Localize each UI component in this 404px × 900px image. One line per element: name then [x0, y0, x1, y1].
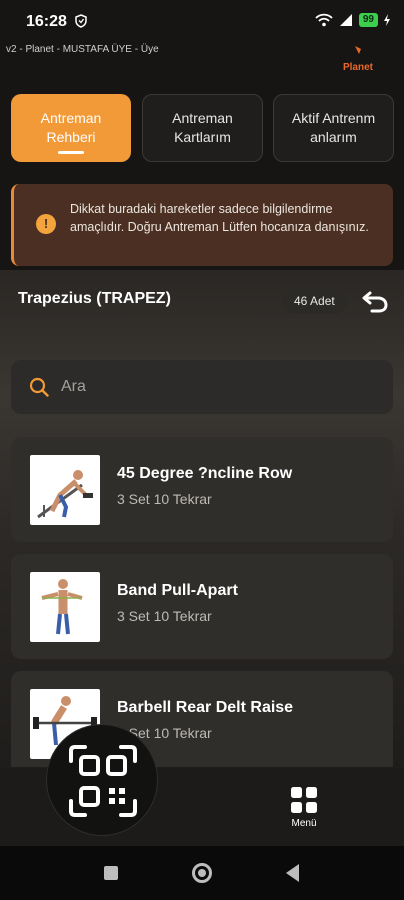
tab-label-line1: Aktif Antrenm — [291, 110, 376, 126]
signal-icon — [339, 14, 352, 26]
exercise-card[interactable]: 45 Degree ?ncline Row 3 Set 10 Tekrar — [11, 437, 393, 542]
muscle-group-title: Trapezius (TRAPEZ) — [18, 290, 171, 307]
exercise-name: Barbell Rear Delt Raise — [117, 699, 294, 716]
exercise-detail: 3 Set 10 Tekrar — [117, 608, 212, 624]
charging-icon — [384, 14, 390, 26]
back-button[interactable] — [286, 864, 299, 882]
home-button[interactable] — [192, 863, 212, 883]
tab-aktif-antrenmanlarim[interactable]: Aktif Antrenm anlarım — [273, 94, 394, 162]
exercise-name: 45 Degree ?ncline Row — [117, 465, 293, 482]
tab-antreman-rehberi[interactable]: Antreman Rehberi — [11, 94, 131, 162]
undo-icon[interactable] — [360, 288, 390, 314]
tab-label-line1: Antreman — [40, 110, 102, 126]
menu-label: Menü — [291, 818, 317, 829]
info-icon: ! — [36, 214, 56, 234]
active-tab-indicator — [58, 151, 84, 154]
exercise-count-badge: 46 Adet — [282, 288, 347, 314]
exercise-thumbnail — [30, 572, 100, 642]
tab-label-line2: Kartlarım — [174, 129, 231, 145]
search-bar[interactable] — [11, 360, 393, 414]
brand-logo: Planet — [336, 42, 380, 73]
brand-name: Planet — [342, 62, 373, 73]
exercise-detail: 3 Set 10 Tekrar — [117, 491, 212, 507]
battery-level: 99 — [358, 13, 378, 27]
qr-scan-button[interactable] — [46, 724, 158, 836]
tab-label-line1: Antreman — [172, 110, 233, 126]
planet-logo-icon — [355, 46, 361, 54]
grid-icon — [291, 787, 317, 813]
status-bar: 16:28 99 — [0, 0, 404, 40]
recent-apps-button[interactable] — [104, 866, 118, 880]
search-icon — [29, 377, 49, 397]
user-subtitle: v2 - Planet - MUSTAFA ÜYE - Üye — [6, 44, 159, 55]
exercise-list: 45 Degree ?ncline Row 3 Set 10 Tekrar Ba… — [11, 437, 393, 767]
tab-label-line2: anlarım — [310, 129, 357, 145]
notice-text: Dikkat buradaki hareketler sadece bilgil… — [70, 202, 369, 234]
wifi-icon — [315, 13, 333, 27]
exercise-illustration — [41, 579, 83, 635]
exercise-name: Band Pull-Apart — [117, 582, 238, 599]
info-notice: ! Dikkat buradaki hareketler sadece bilg… — [11, 184, 393, 266]
exercise-thumbnail — [30, 455, 100, 525]
tab-label-line2: Rehberi — [46, 129, 96, 145]
menu-button[interactable]: Menü — [278, 786, 330, 832]
vpn-icon — [75, 14, 87, 28]
exercise-card[interactable]: Band Pull-Apart 3 Set 10 Tekrar — [11, 554, 393, 659]
tab-antreman-kartlarim[interactable]: Antreman Kartlarım — [142, 94, 263, 162]
exercise-illustration — [37, 470, 93, 519]
qr-scan-icon — [69, 745, 137, 817]
search-input[interactable] — [61, 375, 361, 399]
status-time: 16:28 — [26, 13, 67, 30]
